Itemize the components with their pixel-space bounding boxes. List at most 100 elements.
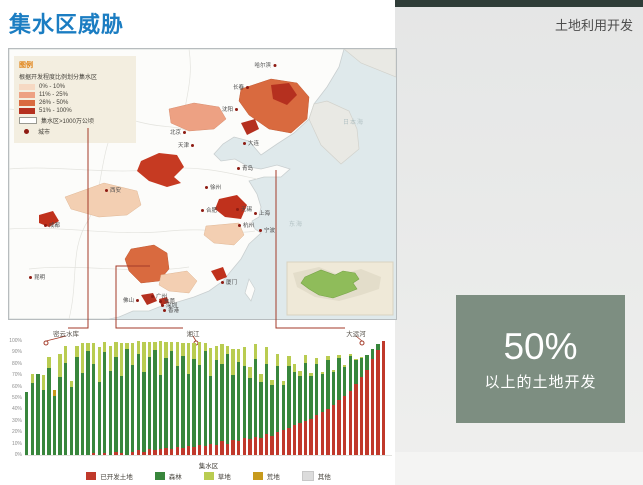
bar-segment [259,374,262,382]
page-title: 集水区威胁 [9,7,124,39]
stacked-bar [204,343,207,455]
map-legend: 图例 根据开发程度比例划分集水区 0% - 10%11% - 25%26% - … [14,56,136,143]
bar-segment [248,378,251,440]
legend-label: 51% - 100% [39,108,72,114]
stacked-bar [215,346,218,455]
bar-segment [354,384,357,455]
bar-segment [248,367,251,377]
bar-segment [349,356,352,391]
legend-swatch-swatch [19,108,35,114]
stacked-bar [153,342,156,455]
city-marker-哈尔滨: 哈尔滨 [252,61,276,69]
bar-segment [243,438,246,455]
chart-legend-swatch [253,472,263,480]
bar-segment [120,343,123,376]
city-label: 青岛 [242,164,253,172]
bar-segment [237,349,240,362]
bar-segment [309,419,312,455]
stacked-bar [309,373,312,455]
city-label: 无锡 [241,205,252,213]
stacked-bar [237,349,240,455]
bar-segment [259,382,262,438]
bar-segment [209,376,212,443]
map-legend-item: 城市 [19,127,131,136]
city-marker-西安: 西安 [105,186,123,194]
stacked-bar [354,359,357,455]
callout-label: 密云水库 [53,328,79,338]
bar-segment [293,425,296,455]
bar-segment [371,359,374,455]
stacked-bar [376,344,379,455]
city-dot-icon [221,281,224,284]
bar-segment [170,351,173,449]
y-tick-label: 50% [2,395,22,401]
chart-legend-item: 其他 [302,471,331,481]
bar-segment [86,343,89,351]
bar-segment [81,343,84,373]
bar-segment [360,358,363,377]
bar-segment [259,438,262,455]
bar-segment [209,444,212,455]
bar-segment [109,346,112,371]
stacked-bar [159,341,162,455]
city-marker-沈阳: 沈阳 [220,105,238,113]
city-marker-香港: 香港 [163,306,181,314]
stacked-bar [187,343,190,455]
bar-segment [215,360,218,444]
stacked-bar [31,374,34,455]
chart-legend-item: 草地 [204,471,231,481]
bar-segment [103,453,106,455]
chart-legend-label: 已开发土地 [100,471,133,481]
bar-segment [304,355,307,363]
city-marker-佛山: 佛山 [121,296,139,304]
stacked-bar [114,342,117,455]
bar-segment [92,453,95,455]
bar-segment [304,421,307,455]
bar-segment [170,449,173,455]
china-watershed-map: 图例 根据开发程度比例划分集水区 0% - 10%11% - 25%26% - … [8,48,397,320]
map-legend-item: 11% - 25% [19,92,131,98]
stacked-bar [304,355,307,455]
legend-swatch-swatch [19,100,35,106]
stacked-bar [148,342,151,455]
city-label: 徐州 [210,183,221,191]
city-dot-icon [238,224,241,227]
stacked-bar [231,349,234,455]
bar-segment [131,452,134,455]
legend-label: 集水区>1000万公顷 [41,116,94,125]
bar-segment [192,447,195,455]
bar-segment [226,346,229,354]
highlight-value: 50% [503,327,577,367]
bar-segment [125,349,128,455]
bar-segment [220,344,223,363]
y-tick-label: 80% [2,361,22,367]
bar-segment [204,446,207,455]
bar-segment [198,342,201,365]
bar-segment [337,400,340,455]
bar-segment [337,358,340,400]
bar-segment [153,342,156,350]
stacked-bar [270,380,273,455]
city-label: 厦门 [226,278,237,286]
stacked-bar [131,343,134,455]
map-legend-item: 0% - 10% [19,84,131,90]
bar-segment [42,390,45,455]
stacked-bar [181,343,184,455]
bar-segment [360,377,363,455]
bar-segment [276,432,279,455]
city-label: 北京 [170,128,181,136]
bar-segment [293,364,296,372]
bar-segment [58,377,61,455]
stacked-bar [42,375,45,455]
city-marker-宁波: 宁波 [259,226,277,234]
bar-segment [53,396,56,455]
stacked-bar [326,356,329,455]
stacked-bar [125,343,128,455]
city-dot-icon [254,212,257,215]
stacked-bar [248,367,251,455]
city-label: 上海 [259,209,270,217]
stacked-bar [365,355,368,455]
legend-label: 0% - 10% [39,84,65,90]
chart-legend-swatch [155,472,165,480]
bar-segment [270,385,273,435]
